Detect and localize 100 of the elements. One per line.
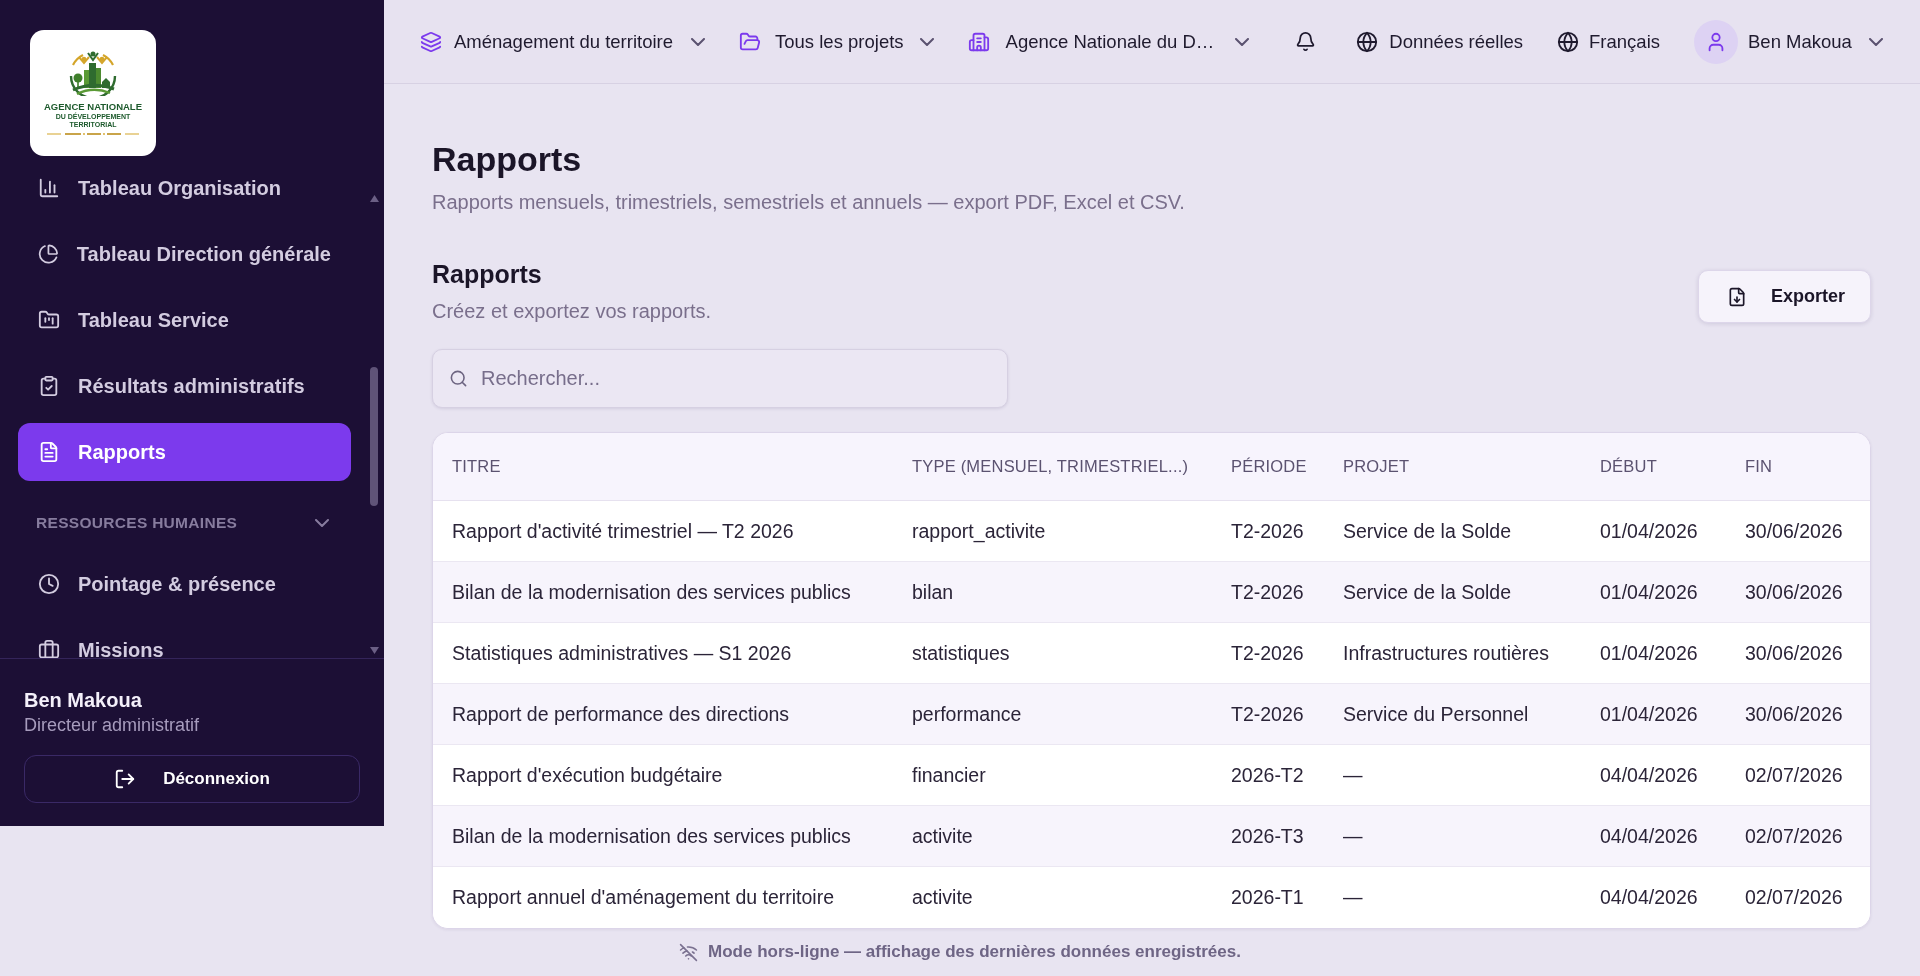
- table-cell-text: T2-2026: [1230, 519, 1305, 543]
- chevron-down-icon: [691, 37, 706, 46]
- document-icon: [38, 441, 60, 463]
- column-header: PÉRIODE: [1230, 457, 1308, 476]
- section-toggle[interactable]: RESSOURCES HUMAINES: [18, 489, 351, 547]
- section-subtitle: Créez et exportez vos rapports.: [432, 299, 711, 323]
- table-cell-text: performance: [911, 702, 1023, 726]
- table-cell-text: 01/04/2026: [1599, 702, 1699, 726]
- column-header: TITRE: [451, 457, 502, 476]
- table-cell-text: 04/04/2026: [1599, 824, 1699, 848]
- table-cell-text: Service du Personnel: [1342, 702, 1530, 726]
- table-cell-text: 30/06/2026: [1744, 702, 1844, 726]
- table-row[interactable]: Rapport d'exécution budgétaire financier 2026-T2 — 04/04/2026 02/07/2026: [433, 745, 1870, 806]
- chevron-down-icon: [1868, 37, 1883, 46]
- layers-icon: [420, 30, 442, 53]
- column-header: TYPE (MENSUEL, TRIMESTRIEL...): [911, 457, 1190, 476]
- table-cell-text: 30/06/2026: [1744, 580, 1844, 604]
- table-row[interactable]: Rapport annuel d'aménagement du territoire activite 2026-T1 — 04/04/2026 02/07/2026: [433, 867, 1870, 928]
- table-cell-text: Service de la Solde: [1342, 519, 1513, 543]
- table-cell-text: 30/06/2026: [1744, 641, 1844, 665]
- table-cell-text: 30/06/2026: [1744, 519, 1844, 543]
- table-cell-text: 2026-T3: [1230, 824, 1305, 848]
- page-subtitle: Rapports mensuels, trimestriels, semestriels et annuels — export PDF, Excel et CSV.: [432, 190, 1186, 214]
- building-icon: [967, 30, 990, 53]
- table-cell-text: 01/04/2026: [1599, 519, 1699, 543]
- bar-chart-icon: [38, 177, 60, 199]
- offline-message: Mode hors-ligne — affichage des dernières données enregistrées.: [708, 942, 1241, 962]
- table-cell-text: Rapport d'exécution budgétaire: [451, 763, 724, 787]
- table-cell-text: Bilan de la modernisation des services publics: [451, 824, 852, 848]
- table-cell-text: rapport_activite: [911, 519, 1047, 543]
- table-cell-text: 01/04/2026: [1599, 641, 1699, 665]
- nav-item[interactable]: Résultats administratifs: [18, 357, 351, 415]
- notifications-button[interactable]: [1295, 31, 1317, 52]
- nav-item[interactable]: Rapports: [18, 423, 351, 481]
- table-cell-text: 02/07/2026: [1744, 763, 1844, 787]
- folder-icon: [739, 30, 762, 53]
- scroll-down-icon[interactable]: [370, 647, 379, 654]
- scrollbar-thumb[interactable]: [370, 367, 378, 506]
- language-button[interactable]: Français: [1557, 30, 1660, 53]
- bell-icon: [1295, 31, 1317, 52]
- table-cell-text: statistiques: [911, 641, 1011, 665]
- nav-item[interactable]: Tableau Organisation: [18, 176, 351, 217]
- user-menu-button[interactable]: Ben Makoua: [1694, 19, 1883, 64]
- clock-icon: [38, 573, 60, 595]
- export-button[interactable]: Exporter: [1697, 270, 1871, 323]
- table-cell-text: 04/04/2026: [1599, 763, 1699, 787]
- pie-chart-icon: [38, 243, 59, 265]
- nav-item[interactable]: Tableau Direction générale: [18, 225, 351, 283]
- logout-button[interactable]: Déconnexion: [24, 755, 360, 803]
- table-cell-text: 04/04/2026: [1599, 886, 1699, 909]
- wifi-off-icon: [679, 942, 699, 962]
- column-header: FIN: [1744, 457, 1774, 476]
- folder-chart-icon: [38, 309, 60, 331]
- briefcase-icon: [38, 639, 60, 658]
- nav-item[interactable]: Missions: [18, 621, 351, 658]
- scroll-up-icon[interactable]: [370, 195, 379, 202]
- globe-icon: [1356, 30, 1379, 53]
- table-cell-text: Rapport de performance des directions: [451, 702, 791, 726]
- table-cell-text: 02/07/2026: [1744, 886, 1844, 909]
- table-cell-text: 01/04/2026: [1599, 580, 1699, 604]
- table-row[interactable]: Statistiques administratives — S1 2026 statistiques T2-2026 Infrastructures routières 01/04/2026 30/06/2026: [433, 623, 1870, 684]
- table-cell-text: activite: [911, 824, 974, 848]
- table-cell-text: T2-2026: [1230, 580, 1305, 604]
- table-cell-text: Infrastructures routières: [1342, 641, 1550, 665]
- table-row[interactable]: Rapport de performance des directions performance T2-2026 Service du Personnel 01/04/2026 30/06/2026: [433, 684, 1870, 745]
- sector-dropdown[interactable]: Aménagement du territoire: [420, 30, 706, 53]
- logout-icon: [114, 768, 137, 790]
- table-row[interactable]: Bilan de la modernisation des services publics activite 2026-T3 — 04/04/2026 02/07/2026: [433, 806, 1870, 867]
- logo-title: AGENCE NATIONALE: [44, 101, 142, 112]
- agency-dropdown[interactable]: Agence Nationale du D…: [967, 30, 1250, 53]
- table-cell-text: Service de la Solde: [1342, 580, 1513, 604]
- globe-icon: [1557, 30, 1580, 53]
- table-cell-text: —: [1342, 824, 1364, 848]
- nav-item[interactable]: Tableau Service: [18, 291, 351, 349]
- user-name: Ben Makoua: [24, 688, 143, 712]
- table-cell-text: —: [1342, 763, 1364, 787]
- table-row[interactable]: Bilan de la modernisation des services publics bilan T2-2026 Service de la Solde 01/04/2026 30/06/2026: [433, 562, 1870, 623]
- table-cell-text: 2026-T2: [1230, 763, 1305, 787]
- column-header: PROJET: [1342, 457, 1411, 476]
- table-cell-text: activite: [911, 886, 974, 909]
- clipboard-check-icon: [38, 375, 60, 397]
- page-title: Rapports: [432, 139, 583, 179]
- user-role: Directeur administratif: [24, 714, 201, 736]
- table-cell-text: 02/07/2026: [1744, 824, 1844, 848]
- table-row[interactable]: Rapport d'activité trimestriel — T2 2026 rapport_activite T2-2026 Service de la Solde 01/04/2026 30/06/2026: [433, 501, 1870, 562]
- column-header: DÉBUT: [1599, 457, 1658, 476]
- table-cell-text: T2-2026: [1230, 702, 1305, 726]
- table-cell-text: T2-2026: [1230, 641, 1305, 665]
- table-cell-text: Statistiques administratives — S1 2026: [451, 641, 793, 665]
- table-cell-text: —: [1342, 886, 1364, 909]
- user-avatar-icon: [1694, 19, 1738, 64]
- chevron-down-icon: [919, 37, 934, 46]
- search-icon: [449, 369, 468, 388]
- project-dropdown[interactable]: Tous les projets: [739, 30, 934, 53]
- table-cell-text: Rapport annuel d'aménagement du territoire: [451, 886, 836, 909]
- data-source-button[interactable]: Données réelles: [1356, 30, 1524, 53]
- section-title: Rapports: [432, 259, 543, 289]
- table-cell-text: bilan: [911, 580, 955, 604]
- search-field[interactable]: Rechercher...: [432, 349, 1008, 408]
- nav-item[interactable]: Pointage & présence: [18, 555, 351, 613]
